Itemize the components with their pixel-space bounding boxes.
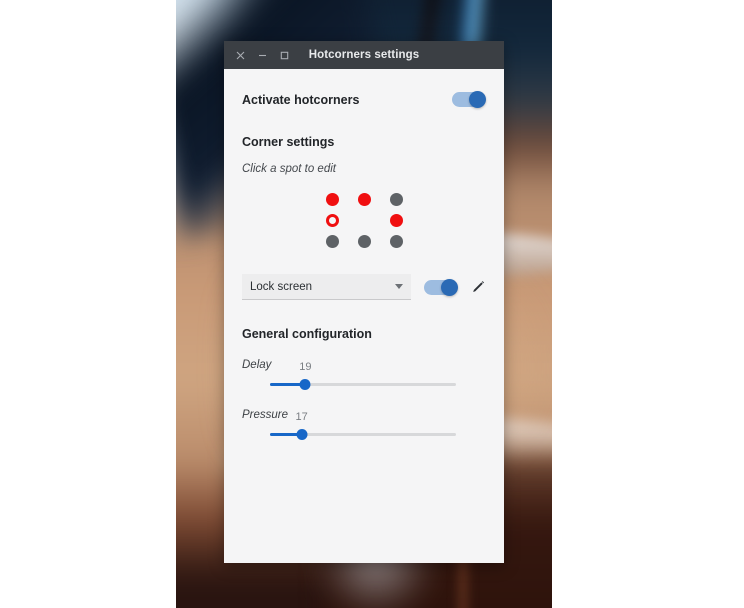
- corner-dot-bottom-center[interactable]: [357, 235, 371, 248]
- corner-dot-top-center[interactable]: [357, 193, 371, 206]
- close-icon[interactable]: [230, 45, 250, 65]
- slider-label-pressure: Pressure: [242, 409, 289, 421]
- corner-dot-middle-right[interactable]: [389, 214, 403, 227]
- slider-knob[interactable]: [296, 429, 308, 440]
- hotcorners-settings-window: Hotcorners settings Activate hotcorners …: [224, 41, 504, 563]
- general-sliders: Delay 19 Pressure 17: [242, 359, 486, 441]
- slider-value-pressure: 17: [295, 411, 308, 423]
- action-enable-toggle[interactable]: [424, 278, 458, 296]
- window-controls: [224, 45, 294, 65]
- pencil-icon[interactable]: [470, 279, 486, 295]
- corner-dot-bottom-right[interactable]: [389, 235, 403, 248]
- toggle-knob: [469, 91, 486, 108]
- slider-knob[interactable]: [299, 379, 311, 390]
- corner-dot-bottom-left[interactable]: [325, 235, 339, 248]
- corner-dot-middle-left[interactable]: [325, 214, 339, 227]
- slider-label-delay: Delay: [242, 359, 272, 371]
- corner-settings-hint: Click a spot to edit: [242, 163, 336, 175]
- slider-track-wrap[interactable]: 17: [270, 411, 456, 441]
- corner-dot-middle-center: [358, 214, 371, 227]
- activate-hotcorners-label: Activate hotcorners: [242, 92, 360, 107]
- action-select-value: Lock screen: [250, 280, 313, 293]
- maximize-icon[interactable]: [274, 45, 294, 65]
- window-titlebar[interactable]: Hotcorners settings: [224, 41, 504, 69]
- chevron-down-icon: [395, 284, 403, 289]
- general-configuration-heading: General configuration: [242, 327, 372, 341]
- slider-value-delay: 19: [299, 361, 312, 373]
- corner-dot-grid[interactable]: [242, 189, 486, 252]
- minimize-icon[interactable]: [252, 45, 272, 65]
- activate-hotcorners-toggle[interactable]: [452, 91, 486, 108]
- window-content: Activate hotcorners Corner settings Clic…: [224, 69, 504, 563]
- corner-dot-top-right[interactable]: [389, 193, 403, 206]
- slider-track-wrap[interactable]: 19: [270, 361, 456, 391]
- corner-dot-top-left[interactable]: [325, 193, 339, 206]
- slider-delay[interactable]: 19: [242, 361, 486, 391]
- action-select[interactable]: Lock screen: [242, 274, 411, 300]
- activate-hotcorners-row: Activate hotcorners: [242, 69, 486, 108]
- toggle-knob: [441, 278, 458, 296]
- corner-action-row: Lock screen: [242, 274, 486, 300]
- screen: Hotcorners settings Activate hotcorners …: [0, 0, 744, 608]
- slider-pressure[interactable]: 17: [242, 411, 486, 441]
- corner-settings-heading: Corner settings: [242, 135, 335, 149]
